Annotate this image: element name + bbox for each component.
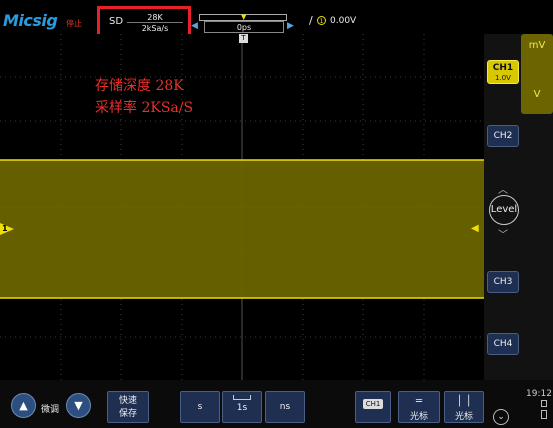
annotation-sample-rate: 采样率 2KSa/S [95, 100, 194, 116]
horizontal-cursor-icon: ═ [415, 396, 423, 407]
battery-icon [541, 410, 547, 419]
menu-down-chevron-icon[interactable]: ⌄ [493, 409, 509, 425]
fine-tune-down-button[interactable]: ▼ [66, 393, 91, 418]
timebase-value-button[interactable]: 1s [222, 391, 262, 423]
timebase-s-button[interactable]: s [180, 391, 220, 423]
waveform-grid[interactable] [0, 34, 484, 380]
fine-tune-label: 微调 [41, 405, 60, 415]
ch2-button[interactable]: CH2 [487, 125, 519, 147]
trigger-position-marker-icon[interactable]: T [239, 34, 248, 43]
timebase-value: 1s [236, 403, 248, 413]
scroll-right-icon[interactable]: ▶ [287, 21, 294, 31]
level-down-chevron-icon[interactable]: ﹀ [498, 226, 508, 241]
trigger-level-value[interactable]: 0.00V [330, 16, 356, 26]
scroll-left-icon[interactable]: ◀ [191, 21, 198, 31]
ch1-chip: CH1 [362, 399, 384, 409]
horizontal-cursor-label: 光标 [409, 412, 428, 422]
trigger-source-badge: 1 [317, 16, 326, 25]
quick-save-label-2: 保存 [118, 409, 137, 419]
timebase-ns-button[interactable]: ns [265, 391, 305, 423]
trigger-time-marker-icon: ▼ [241, 13, 247, 21]
unit-v-button[interactable]: V [521, 89, 553, 100]
lock-icon[interactable] [541, 400, 547, 407]
quick-save-label-1: 快速 [118, 396, 137, 406]
ch4-button[interactable]: CH4 [487, 333, 519, 355]
clock: 19:12 [526, 389, 552, 399]
annotation-memory-depth: 存储深度 28K [95, 78, 184, 94]
grid-canvas [0, 34, 484, 380]
ch1-marker-label: 1 [2, 224, 8, 233]
trigger-level-marker-icon[interactable]: ◀ [471, 223, 479, 234]
ch1-select-button[interactable]: CH1 [355, 391, 391, 423]
run-state-indicator[interactable]: 停止 [66, 18, 82, 29]
memory-depth-value: 28K [147, 13, 163, 22]
ruler-icon [233, 395, 251, 400]
quick-save-button[interactable]: 快速 保存 [107, 391, 149, 423]
sd-divider [127, 22, 183, 23]
ch1-button-label: CH1 [492, 63, 514, 73]
ch1-button[interactable]: CH1 1.0V [487, 60, 519, 84]
rising-edge-icon[interactable]: / [309, 14, 313, 27]
ch1-waveform-band [0, 160, 484, 298]
sample-rate-value: 2kSa/s [141, 24, 169, 33]
ch3-button[interactable]: CH3 [487, 271, 519, 293]
level-up-chevron-icon[interactable]: ︿ [498, 181, 508, 196]
vertical-cursor-icon: │ │ [456, 396, 472, 407]
vertical-cursor-button[interactable]: │ │ 光标 [444, 391, 484, 423]
brand-logo: Micsig [3, 11, 58, 30]
trigger-level-knob[interactable]: Level [489, 195, 519, 225]
ch1-scale-value: 1.0V [495, 74, 511, 82]
fine-tune-up-button[interactable]: ▲ [11, 393, 36, 418]
sd-label: SD [109, 16, 124, 27]
horizontal-position-display[interactable]: 0ps [204, 21, 284, 33]
unit-mv-button[interactable]: mV [521, 40, 553, 51]
top-bar: Micsig 停止 SD 28K 2kSa/s ▼ ◀ 0ps ▶ / 1 0.… [0, 0, 553, 43]
horizontal-cursor-button[interactable]: ═ 光标 [398, 391, 440, 423]
vertical-cursor-label: 光标 [454, 412, 473, 422]
